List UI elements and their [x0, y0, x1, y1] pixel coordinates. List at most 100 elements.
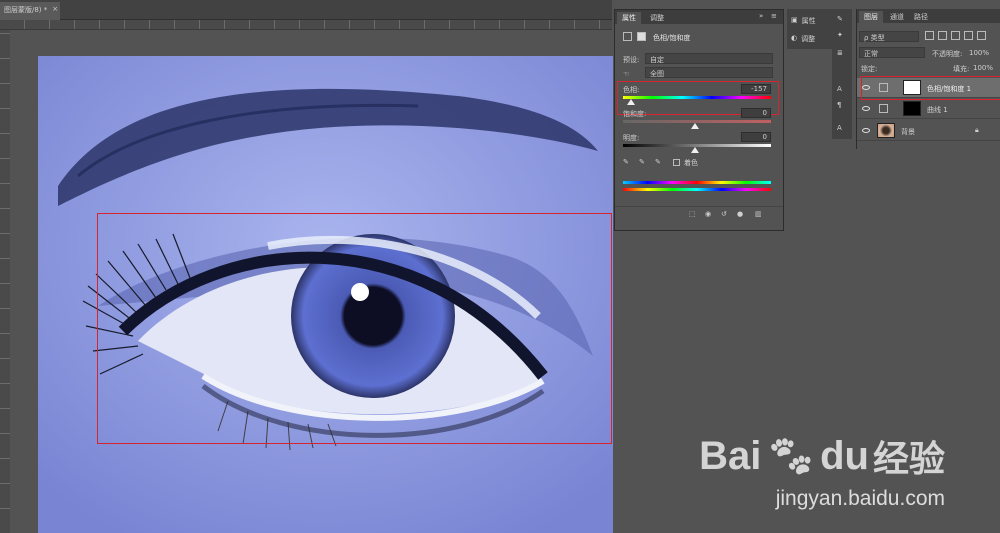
background-thumbnail[interactable] — [877, 123, 895, 138]
lock-icon: 🔒︎ — [975, 126, 979, 134]
channel-value: 全图 — [650, 70, 664, 78]
curves-layer-icon — [879, 104, 888, 113]
tab-adjustments[interactable]: 调整 — [645, 12, 669, 24]
collapse-icon[interactable]: » — [759, 12, 763, 20]
color-bar-top — [623, 181, 771, 184]
channel-dropdown[interactable]: 全图 — [645, 67, 773, 78]
glyphs-icon[interactable]: A — [837, 124, 842, 132]
properties-footer: ⬚ ◉ ↺ ● ▥ — [615, 206, 783, 220]
properties-panel: 属性 调整 » ≡ 色相/饱和度 预设: 自定 ☜ 全图 色相: -157 饱和… — [614, 9, 784, 231]
tab-layers[interactable]: 图层 — [859, 11, 883, 23]
layer-row-curves[interactable]: 曲线 1 — [857, 99, 1000, 119]
lock-label: 锁定: — [861, 65, 878, 73]
vertical-ruler — [0, 30, 10, 533]
color-bar-bottom — [623, 188, 771, 191]
type-filter-icon[interactable] — [951, 31, 960, 40]
properties-panel-header: 属性 调整 » ≡ — [615, 10, 783, 24]
document-tab[interactable]: 图层蒙版/8) * × — [0, 2, 60, 20]
hand-icon[interactable]: ☜ — [623, 70, 629, 78]
strip-item-properties-label: 属性 — [801, 17, 816, 25]
preset-label: 预设: — [623, 56, 640, 64]
document-tab-title: 图层蒙版/8) * — [4, 6, 48, 14]
layers-panel: 图层 通道 路径 ρ 类型 正常 不透明度: 100% 锁定: 填充: 100%… — [856, 9, 1000, 149]
properties-icon: ▣ — [791, 16, 798, 24]
adjustment-filter-icon[interactable] — [938, 31, 947, 40]
close-icon[interactable]: × — [52, 5, 58, 17]
preset-value: 自定 — [650, 56, 664, 64]
layer-filter-value: ρ 类型 — [864, 34, 885, 42]
eyedropper-plus-icon[interactable]: ✎ — [639, 158, 645, 166]
paragraph-icon[interactable]: ¶ — [837, 101, 841, 109]
colorize-label: 着色 — [684, 159, 698, 167]
strip-item-adjustments[interactable]: ◐ 调整 — [791, 34, 815, 44]
hue-slider-track[interactable] — [623, 96, 771, 99]
watermark-cn: 经验 — [872, 438, 945, 479]
document-tab-bar: 图层蒙版/8) * × — [0, 0, 612, 20]
strip-item-properties[interactable]: ▣ 属性 — [791, 16, 816, 26]
panel-menu-icon[interactable]: ≡ — [771, 12, 777, 20]
reset-icon[interactable]: ↺ — [721, 210, 727, 218]
smart-filter-icon[interactable] — [977, 31, 986, 40]
lightness-input[interactable]: 0 — [741, 132, 771, 142]
opacity-label: 不透明度: — [932, 50, 963, 58]
tab-paths[interactable]: 路径 — [909, 11, 933, 23]
fill-label: 填充: — [953, 65, 970, 73]
tab-channels[interactable]: 通道 — [885, 11, 909, 23]
hue-input[interactable]: -157 — [741, 84, 771, 94]
clone-icon[interactable]: ✦ — [837, 31, 843, 39]
lightness-value: 0 — [762, 133, 767, 141]
eye-icon[interactable] — [862, 128, 870, 133]
tool-icon-column: ✎ ✦ ≣ A ¶ A — [832, 9, 852, 139]
saturation-label: 饱和度: — [623, 110, 647, 118]
properties-title: 色相/饱和度 — [653, 34, 691, 42]
canvas-highlight-box — [97, 213, 612, 444]
clip-layer-icon[interactable]: ⬚ — [689, 210, 696, 218]
layer-name: 背景 — [901, 128, 915, 136]
saturation-input[interactable]: 0 — [741, 108, 771, 118]
strip-item-adjustments-label: 调整 — [801, 35, 816, 43]
paw-icon: 🐾︎ — [765, 434, 817, 479]
layer-mask-thumbnail[interactable] — [903, 101, 921, 116]
layers-panel-header: 图层 通道 路径 — [857, 9, 1000, 23]
watermark-brand2: du — [820, 433, 869, 478]
hue-label: 色相: — [623, 86, 640, 94]
watermark-brand: Bai — [699, 433, 762, 478]
layer-filter-icons — [925, 31, 986, 40]
colorize-checkbox[interactable] — [673, 159, 680, 166]
character-icon[interactable]: A — [837, 85, 842, 93]
eye-icon[interactable] — [862, 106, 870, 111]
view-previous-icon[interactable]: ◉ — [705, 210, 711, 218]
layer-filter-dropdown[interactable]: ρ 类型 — [859, 31, 919, 42]
layer-highlight-box — [861, 76, 1000, 100]
baidu-watermark: Bai 🐾︎ du 经验 — [699, 430, 945, 482]
blend-mode-value: 正常 — [864, 50, 878, 58]
panel-shortcut-strip: ▣ 属性 ◐ 调整 — [787, 9, 835, 49]
eyedropper-icon[interactable]: ✎ — [623, 158, 629, 166]
eyedropper-minus-icon[interactable]: ✎ — [655, 158, 661, 166]
brush-icon[interactable]: ✎ — [837, 15, 843, 23]
lightness-slider-thumb[interactable] — [691, 147, 699, 153]
watermark-url: jingyan.baidu.com — [775, 487, 945, 510]
opacity-value[interactable]: 100% — [969, 49, 989, 57]
hue-value: -157 — [751, 85, 767, 93]
hue-slider-thumb[interactable] — [627, 99, 635, 105]
horizontal-ruler — [0, 20, 612, 30]
adjustment-type-icon — [623, 32, 632, 41]
mask-icon[interactable] — [637, 32, 646, 41]
fill-value[interactable]: 100% — [973, 64, 993, 72]
layer-name: 曲线 1 — [927, 106, 948, 114]
tab-properties[interactable]: 属性 — [617, 12, 641, 24]
layer-row-background[interactable]: 背景 🔒︎ — [857, 121, 1000, 141]
preset-dropdown[interactable]: 自定 — [645, 53, 773, 64]
saturation-value: 0 — [762, 109, 767, 117]
photoshop-workspace: 图层蒙版/8) * × 属性 调整 » ≡ 色相/饱和度 预设: 自定 ☜ 全图… — [0, 0, 1000, 533]
shape-filter-icon[interactable] — [964, 31, 973, 40]
adjustments-icon: ◐ — [791, 34, 798, 42]
lightness-label: 明度: — [623, 134, 640, 142]
blend-mode-dropdown[interactable]: 正常 — [859, 47, 925, 58]
saturation-slider-thumb[interactable] — [691, 123, 699, 129]
history-icon[interactable]: ≣ — [837, 49, 843, 57]
delete-icon[interactable]: ▥ — [755, 210, 762, 218]
pixel-filter-icon[interactable] — [925, 31, 934, 40]
visibility-icon[interactable]: ● — [737, 210, 743, 218]
